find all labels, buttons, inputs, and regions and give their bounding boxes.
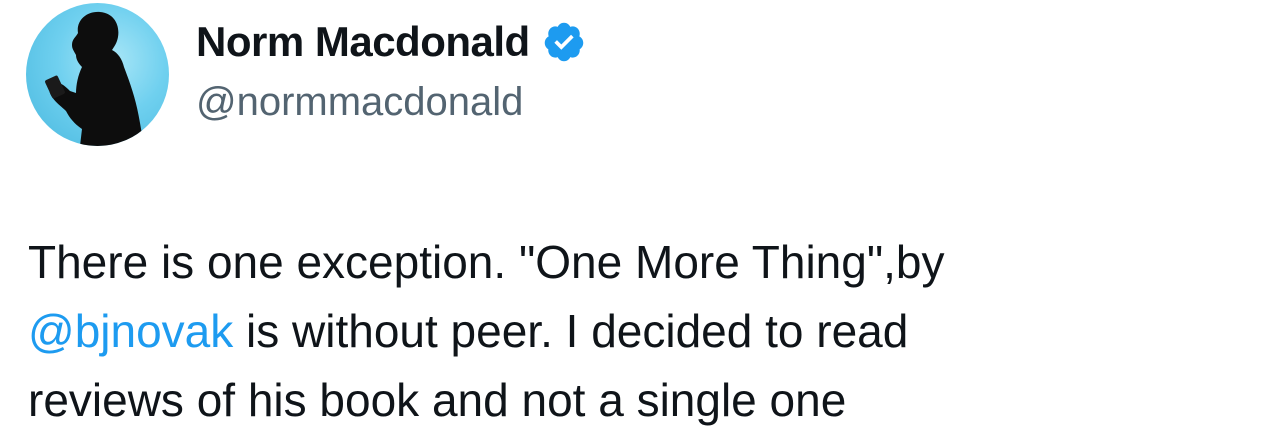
- author-handle[interactable]: @normmacdonald: [196, 76, 523, 128]
- silhouette-avatar-icon: [45, 11, 144, 146]
- tweet-line-3: reviews of his book and not a single one: [28, 374, 847, 426]
- author-name-row: Norm Macdonald: [196, 14, 586, 70]
- tweet-line-2: is without peer. I decided to read: [233, 305, 909, 357]
- tweet-line-1: There is one exception. "One More Thing"…: [28, 236, 945, 288]
- mention-link[interactable]: @bjnovak: [28, 305, 233, 357]
- verified-badge-icon: [542, 20, 586, 64]
- tweet-text: There is one exception. "One More Thing"…: [28, 228, 1258, 435]
- avatar[interactable]: [26, 3, 169, 146]
- author-display-name[interactable]: Norm Macdonald: [196, 14, 530, 70]
